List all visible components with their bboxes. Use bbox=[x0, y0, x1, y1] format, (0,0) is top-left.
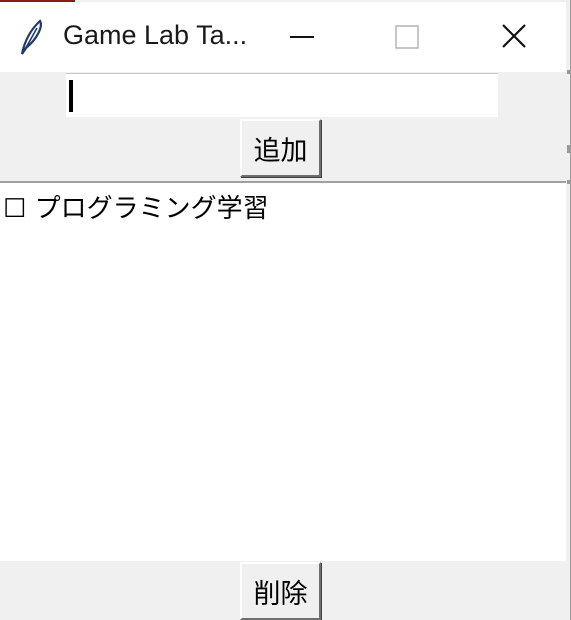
edge-mark bbox=[567, 145, 571, 153]
edge-mark bbox=[567, 70, 571, 74]
delete-button[interactable]: 削除 bbox=[240, 562, 321, 620]
maximize-button[interactable] bbox=[356, 2, 456, 72]
task-input[interactable] bbox=[66, 73, 498, 117]
feather-icon bbox=[18, 18, 46, 56]
window-title: Game Lab Ta... bbox=[63, 20, 248, 50]
close-button[interactable] bbox=[466, 2, 566, 72]
close-icon bbox=[502, 24, 526, 48]
minimize-icon bbox=[290, 36, 314, 38]
title-bar[interactable]: Game Lab Ta... bbox=[0, 2, 566, 72]
minimize-button[interactable] bbox=[252, 2, 352, 72]
text-cursor bbox=[69, 80, 73, 112]
add-button[interactable]: 追加 bbox=[240, 119, 321, 177]
list-item[interactable]: ☐ プログラミング学習 bbox=[3, 188, 269, 224]
edge-mark bbox=[567, 180, 571, 184]
task-list[interactable]: ☐ プログラミング学習 bbox=[0, 181, 566, 561]
maximize-icon bbox=[395, 25, 419, 49]
app-window: Game Lab Ta... 追加 ☐ プログラミング学習 削除 bbox=[0, 0, 571, 620]
